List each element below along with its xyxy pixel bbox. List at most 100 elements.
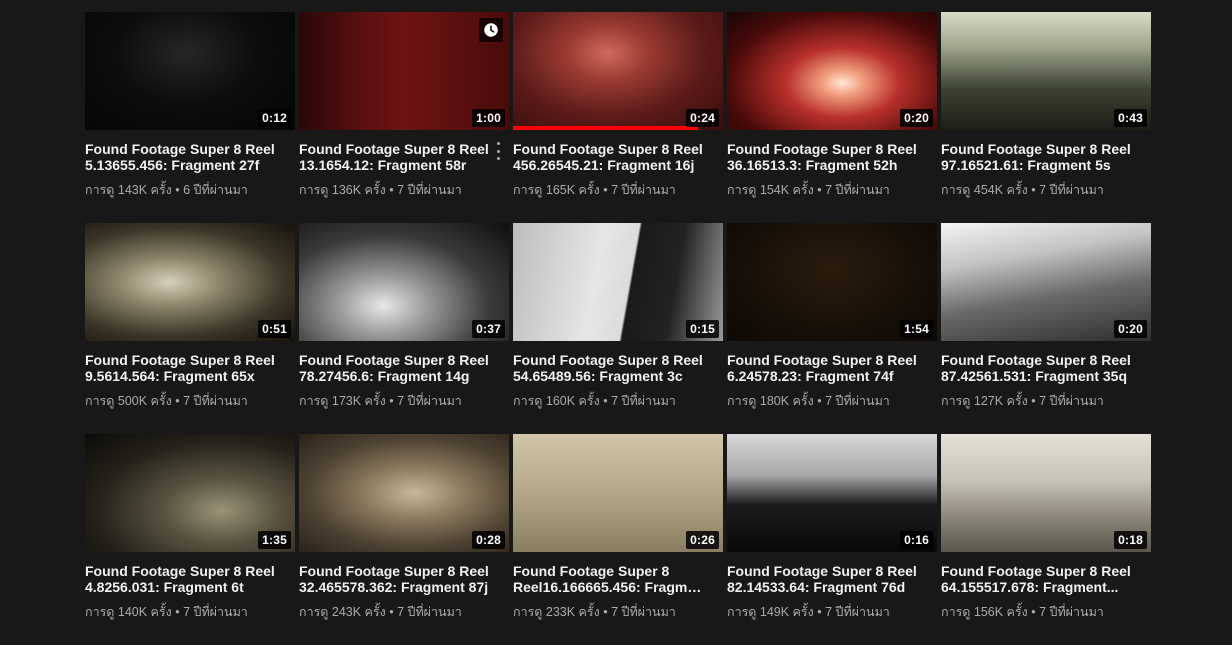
video-card[interactable]: 0:28 Found Footage Super 8 Reel 32.465578… xyxy=(299,434,509,645)
video-duration: 0:12 xyxy=(258,109,291,127)
upload-age: 7 ปีที่ผ่านมา xyxy=(611,605,676,619)
video-card[interactable]: 1:54 Found Footage Super 8 Reel 6.24578.2… xyxy=(727,223,937,434)
video-duration: 0:37 xyxy=(472,320,505,338)
more-options-icon[interactable] xyxy=(495,142,501,160)
upload-age: 7 ปีที่ผ่านมา xyxy=(825,394,890,408)
video-thumbnail[interactable]: 0:16 xyxy=(727,434,937,552)
video-thumbnail[interactable]: 0:43 xyxy=(941,12,1151,130)
meta-separator: • xyxy=(1027,394,1040,408)
video-metadata: การดู 140K ครั้ง • 7 ปีที่ผ่านมา xyxy=(85,604,295,620)
upload-age: 7 ปีที่ผ่านมา xyxy=(611,394,676,408)
clock-icon[interactable] xyxy=(479,18,503,42)
video-title[interactable]: Found Footage Super 8 Reel 97.16521.61: … xyxy=(941,141,1151,173)
video-card[interactable]: 0:26 Found Footage Super 8 Reel16.166665.… xyxy=(513,434,723,645)
meta-separator: • xyxy=(171,394,184,408)
video-card[interactable]: 0:37 Found Footage Super 8 Reel 78.27456.… xyxy=(299,223,509,434)
video-metadata: การดู 154K ครั้ง • 7 ปีที่ผ่านมา xyxy=(727,182,937,198)
video-thumbnail[interactable]: 0:20 xyxy=(941,223,1151,341)
video-title[interactable]: Found Footage Super 8 Reel 32.465578.362… xyxy=(299,563,509,595)
meta-separator: • xyxy=(599,394,612,408)
video-thumbnail[interactable]: 1:35 xyxy=(85,434,295,552)
view-count: การดู 243K ครั้ง xyxy=(299,605,386,619)
video-duration: 0:26 xyxy=(686,531,719,549)
video-title[interactable]: Found Footage Super 8 Reel16.166665.456:… xyxy=(513,563,723,595)
meta-separator: • xyxy=(813,183,826,197)
video-duration: 0:43 xyxy=(1114,109,1147,127)
video-metadata: การดู 127K ครั้ง • 7 ปีที่ผ่านมา xyxy=(941,393,1151,409)
upload-age: 7 ปีที่ผ่านมา xyxy=(1039,394,1104,408)
video-title[interactable]: Found Footage Super 8 Reel 5.13655.456: … xyxy=(85,141,295,173)
video-thumbnail[interactable]: 0:37 xyxy=(299,223,509,341)
meta-separator: • xyxy=(385,605,398,619)
view-count: การดู 165K ครั้ง xyxy=(513,183,600,197)
video-title[interactable]: Found Footage Super 8 Reel 78.27456.6: F… xyxy=(299,352,509,384)
video-title[interactable]: Found Footage Super 8 Reel 4.8256.031: F… xyxy=(85,563,295,595)
video-card[interactable]: 0:51 Found Footage Super 8 Reel 9.5614.56… xyxy=(85,223,295,434)
view-count: การดู 173K ครั้ง xyxy=(299,394,386,408)
video-card[interactable]: 0:20 Found Footage Super 8 Reel 36.16513.… xyxy=(727,12,937,223)
upload-age: 7 ปีที่ผ่านมา xyxy=(1039,605,1104,619)
video-duration: 0:51 xyxy=(258,320,291,338)
video-title[interactable]: Found Footage Super 8 Reel 6.24578.23: F… xyxy=(727,352,937,384)
video-title[interactable]: Found Footage Super 8 Reel 87.42561.531:… xyxy=(941,352,1151,384)
view-count: การดู 454K ครั้ง xyxy=(941,183,1028,197)
video-duration: 0:18 xyxy=(1114,531,1147,549)
view-count: การดู 233K ครั้ง xyxy=(513,605,600,619)
view-count: การดู 143K ครั้ง xyxy=(85,183,172,197)
video-metadata: การดู 156K ครั้ง • 7 ปีที่ผ่านมา xyxy=(941,604,1151,620)
video-grid: 0:12 Found Footage Super 8 Reel 5.13655.4… xyxy=(85,12,1151,645)
video-card[interactable]: 0:18 Found Footage Super 8 Reel 64.155517… xyxy=(941,434,1151,645)
video-card[interactable]: 0:20 Found Footage Super 8 Reel 87.42561.… xyxy=(941,223,1151,434)
video-title[interactable]: Found Footage Super 8 Reel 13.1654.12: F… xyxy=(299,141,509,173)
video-thumbnail[interactable]: 1:00 xyxy=(299,12,509,130)
video-title[interactable]: Found Footage Super 8 Reel 36.16513.3: F… xyxy=(727,141,937,173)
video-metadata: การดู 165K ครั้ง • 7 ปีที่ผ่านมา xyxy=(513,182,723,198)
video-metadata: การดู 160K ครั้ง • 7 ปีที่ผ่านมา xyxy=(513,393,723,409)
video-title[interactable]: Found Footage Super 8 Reel 82.14533.64: … xyxy=(727,563,937,595)
view-count: การดู 500K ครั้ง xyxy=(85,394,172,408)
upload-age: 7 ปีที่ผ่านมา xyxy=(825,183,890,197)
video-metadata: การดู 454K ครั้ง • 7 ปีที่ผ่านมา xyxy=(941,182,1151,198)
video-duration: 1:00 xyxy=(472,109,505,127)
video-thumbnail[interactable]: 0:28 xyxy=(299,434,509,552)
video-thumbnail[interactable]: 0:51 xyxy=(85,223,295,341)
video-card[interactable]: 0:24 Found Footage Super 8 Reel 456.26545… xyxy=(513,12,723,223)
video-duration: 0:15 xyxy=(686,320,719,338)
meta-separator: • xyxy=(599,183,612,197)
video-duration: 1:54 xyxy=(900,320,933,338)
upload-age: 7 ปีที่ผ่านมา xyxy=(611,183,676,197)
video-thumbnail[interactable]: 0:20 xyxy=(727,12,937,130)
video-duration: 0:24 xyxy=(686,109,719,127)
video-card[interactable]: 0:43 Found Footage Super 8 Reel 97.16521.… xyxy=(941,12,1151,223)
video-title[interactable]: Found Footage Super 8 Reel 54.65489.56: … xyxy=(513,352,723,384)
meta-separator: • xyxy=(599,605,612,619)
video-thumbnail[interactable]: 0:15 xyxy=(513,223,723,341)
view-count: การดู 180K ครั้ง xyxy=(727,394,814,408)
view-count: การดู 140K ครั้ง xyxy=(85,605,172,619)
upload-age: 7 ปีที่ผ่านมา xyxy=(183,394,248,408)
upload-age: 7 ปีที่ผ่านมา xyxy=(397,183,462,197)
video-card[interactable]: 0:12 Found Footage Super 8 Reel 5.13655.4… xyxy=(85,12,295,223)
video-thumbnail[interactable]: 0:26 xyxy=(513,434,723,552)
video-card[interactable]: 1:35 Found Footage Super 8 Reel 4.8256.03… xyxy=(85,434,295,645)
video-duration: 0:20 xyxy=(900,109,933,127)
video-thumbnail[interactable]: 0:12 xyxy=(85,12,295,130)
view-count: การดู 154K ครั้ง xyxy=(727,183,814,197)
video-thumbnail[interactable]: 1:54 xyxy=(727,223,937,341)
upload-age: 7 ปีที่ผ่านมา xyxy=(397,605,462,619)
video-thumbnail[interactable]: 0:24 xyxy=(513,12,723,130)
video-metadata: การดู 143K ครั้ง • 6 ปีที่ผ่านมา xyxy=(85,182,295,198)
video-title[interactable]: Found Footage Super 8 Reel 9.5614.564: F… xyxy=(85,352,295,384)
video-metadata: การดู 136K ครั้ง • 7 ปีที่ผ่านมา xyxy=(299,182,509,198)
video-card[interactable]: 0:16 Found Footage Super 8 Reel 82.14533.… xyxy=(727,434,937,645)
view-count: การดู 149K ครั้ง xyxy=(727,605,814,619)
video-thumbnail[interactable]: 0:18 xyxy=(941,434,1151,552)
video-card[interactable]: 0:15 Found Footage Super 8 Reel 54.65489.… xyxy=(513,223,723,434)
video-duration: 0:28 xyxy=(472,531,505,549)
video-card[interactable]: 1:00 Found Footage Super 8 Reel 13.1654.1… xyxy=(299,12,509,223)
upload-age: 7 ปีที่ผ่านมา xyxy=(397,394,462,408)
video-metadata: การดู 500K ครั้ง • 7 ปีที่ผ่านมา xyxy=(85,393,295,409)
video-title[interactable]: Found Footage Super 8 Reel 64.155517.678… xyxy=(941,563,1151,595)
meta-separator: • xyxy=(385,394,398,408)
video-title[interactable]: Found Footage Super 8 Reel 456.26545.21:… xyxy=(513,141,723,173)
